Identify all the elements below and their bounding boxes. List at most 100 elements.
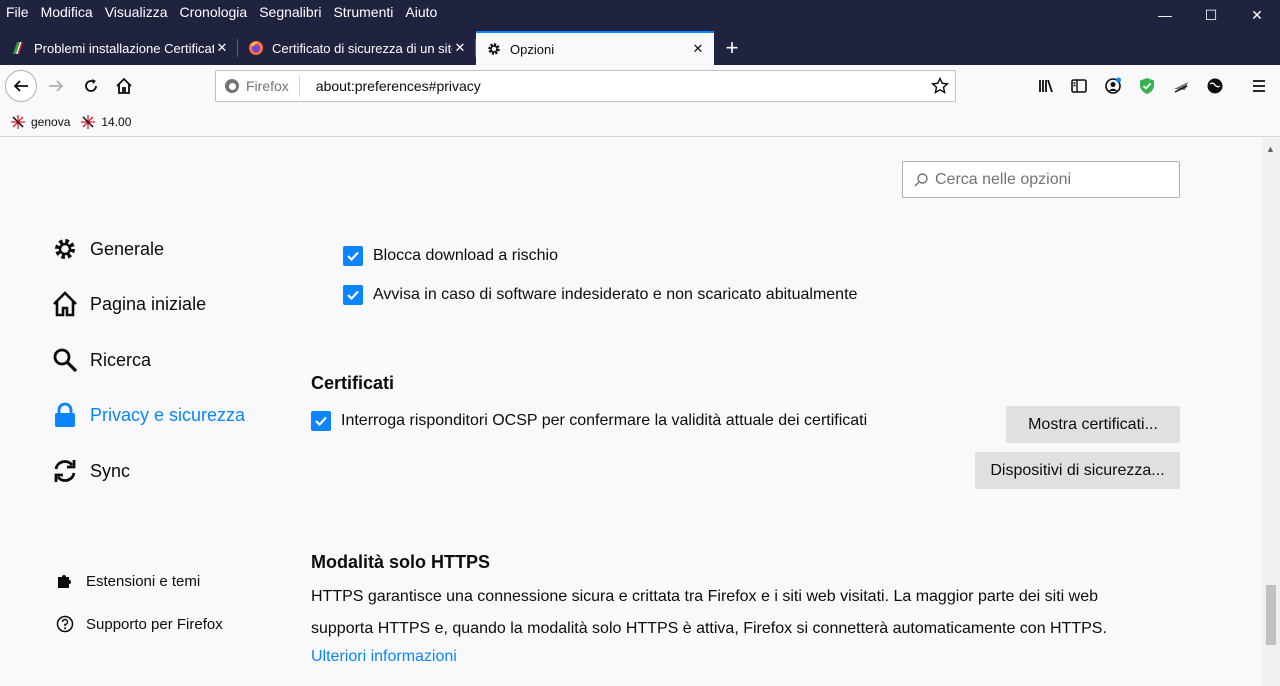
arrow-right-icon — [49, 80, 64, 92]
menu-file[interactable]: File — [6, 4, 29, 20]
show-certificates-button[interactable]: Mostra certificati... — [1006, 406, 1180, 443]
italy-flag-icon — [13, 42, 23, 54]
back-button[interactable] — [5, 70, 37, 102]
menu-bar: File Modifica Visualizza Cronologia Segn… — [0, 0, 449, 24]
url-text[interactable]: about:preferences#privacy — [300, 78, 925, 94]
menu-visualizza[interactable]: Visualizza — [105, 4, 168, 20]
arrow-left-icon — [13, 80, 28, 92]
menu-cronologia[interactable]: Cronologia — [179, 4, 247, 20]
ocsp-option[interactable]: Interroga risponditori OCSP per conferma… — [311, 411, 867, 431]
category-ricerca[interactable]: Ricerca — [52, 347, 151, 373]
category-label: Pagina iniziale — [90, 293, 207, 314]
learn-more-link[interactable]: Ulteriori informazioni — [311, 648, 457, 666]
extension-button[interactable] — [1165, 70, 1197, 102]
menu-aiuto[interactable]: Aiuto — [405, 4, 437, 20]
library-button[interactable] — [1030, 70, 1062, 102]
block-downloads-option[interactable]: Blocca download a rischio — [343, 246, 558, 266]
reload-button[interactable] — [75, 70, 107, 102]
extension-button[interactable] — [1199, 70, 1231, 102]
menu-segnalibri[interactable]: Segnalibri — [259, 4, 321, 20]
puzzle-icon — [58, 575, 71, 588]
firefox-icon — [225, 79, 239, 93]
tab-certificato-sicurezza[interactable]: Certificato di sicurezza di un sito ✕ — [238, 31, 476, 65]
tab-problemi-installazione[interactable]: Problemi installazione Certificato ✕ — [0, 31, 238, 65]
bookmark-14[interactable]: 14.00 — [80, 114, 131, 130]
scrollbar-thumb[interactable] — [1266, 585, 1276, 645]
globe-icon — [1207, 78, 1223, 94]
home-icon — [53, 291, 77, 317]
bookmarks-toolbar: genova 14.00 — [0, 107, 1280, 137]
warn-unwanted-option[interactable]: Avvisa in caso di software indesiderato … — [343, 285, 857, 305]
category-label: Privacy e sicurezza — [90, 404, 246, 425]
home-icon — [116, 77, 132, 94]
checkbox-checked[interactable] — [343, 285, 363, 305]
link-label: Estensioni e temi — [86, 572, 201, 590]
search-icon — [53, 348, 78, 373]
gear-icon — [488, 43, 500, 55]
close-window-button[interactable]: ✕ — [1234, 0, 1280, 30]
checkbox-label: Interroga risponditori OCSP per conferma… — [341, 412, 868, 429]
category-privacy-sicurezza[interactable]: Privacy e sicurezza — [52, 402, 245, 428]
bookmark-label: genova — [31, 114, 71, 129]
category-generale[interactable]: Generale — [52, 236, 164, 262]
account-button[interactable] — [1097, 70, 1129, 102]
bookmark-genova[interactable]: genova — [10, 114, 70, 130]
shield-extension-button[interactable] — [1131, 70, 1163, 102]
bookmark-star-button[interactable] — [925, 77, 955, 95]
home-button[interactable] — [108, 70, 140, 102]
identity-label: Firefox — [246, 78, 289, 94]
checkbox-label: Avvisa in caso di software indesiderato … — [373, 286, 858, 303]
tab-opzioni[interactable]: Opzioni ✕ — [476, 31, 714, 65]
close-tab-icon[interactable]: ✕ — [452, 40, 468, 56]
tab-title: Certificato di sicurezza di un sito — [272, 40, 452, 56]
title-bar: File Modifica Visualizza Cronologia Segn… — [0, 0, 1280, 65]
sidebar-icon — [1071, 79, 1087, 93]
firefox-icon — [249, 41, 263, 55]
star-icon — [931, 77, 949, 94]
checkmark-icon — [347, 290, 359, 301]
sidebar-button[interactable] — [1063, 70, 1095, 102]
library-icon — [1039, 79, 1053, 93]
extensions-themes-link[interactable]: Estensioni e temi — [56, 572, 200, 590]
checkmark-icon — [347, 251, 359, 262]
https-description-line: HTTPS garantisce una connessione sicura … — [311, 588, 1099, 605]
certificates-heading: Certificati — [311, 373, 395, 393]
maximize-button[interactable]: ☐ — [1188, 0, 1234, 30]
category-sync[interactable]: Sync — [52, 458, 130, 484]
hamburger-menu-icon — [1253, 80, 1265, 92]
gear-icon — [55, 239, 75, 259]
tab-strip: Problemi installazione Certificato ✕ Cer… — [0, 31, 750, 65]
plane-icon — [1174, 82, 1188, 93]
category-label: Ricerca — [90, 349, 152, 370]
navigation-toolbar: Firefox about:preferences#privacy — [0, 65, 1280, 107]
forward-button[interactable] — [40, 70, 72, 102]
app-menu-button[interactable] — [1243, 70, 1275, 102]
account-icon — [1105, 77, 1121, 94]
close-tab-icon[interactable]: ✕ — [690, 41, 706, 57]
bookmark-label: 14.00 — [101, 114, 132, 129]
identity-box[interactable]: Firefox — [216, 75, 300, 97]
security-devices-button[interactable]: Dispositivi di sicurezza... — [975, 452, 1180, 489]
weather-icon — [81, 114, 96, 129]
checkbox-checked[interactable] — [343, 246, 363, 266]
search-icon — [914, 172, 928, 186]
firefox-support-link[interactable]: Supporto per Firefox — [56, 615, 223, 633]
new-tab-button[interactable]: + — [714, 31, 750, 65]
close-tab-icon[interactable]: ✕ — [214, 40, 230, 56]
scroll-up-icon[interactable]: ▲ — [1266, 144, 1275, 154]
category-label: Generale — [90, 238, 165, 259]
tab-title: Problemi installazione Certificato — [34, 40, 214, 56]
menu-modifica[interactable]: Modifica — [41, 4, 93, 20]
search-options-field[interactable]: Cerca nelle opzioni — [902, 161, 1180, 198]
help-icon — [56, 615, 74, 633]
minimize-button[interactable]: — — [1142, 0, 1188, 30]
https-only-heading: Modalità solo HTTPS — [311, 552, 491, 572]
url-bar[interactable]: Firefox about:preferences#privacy — [215, 70, 956, 102]
menu-strumenti[interactable]: Strumenti — [333, 4, 393, 20]
link-label: Supporto per Firefox — [86, 615, 223, 633]
shield-check-icon — [1140, 78, 1154, 94]
reload-icon — [85, 79, 97, 92]
checkmark-icon — [315, 416, 327, 427]
category-pagina-iniziale[interactable]: Pagina iniziale — [52, 291, 206, 317]
checkbox-checked[interactable] — [311, 411, 331, 431]
